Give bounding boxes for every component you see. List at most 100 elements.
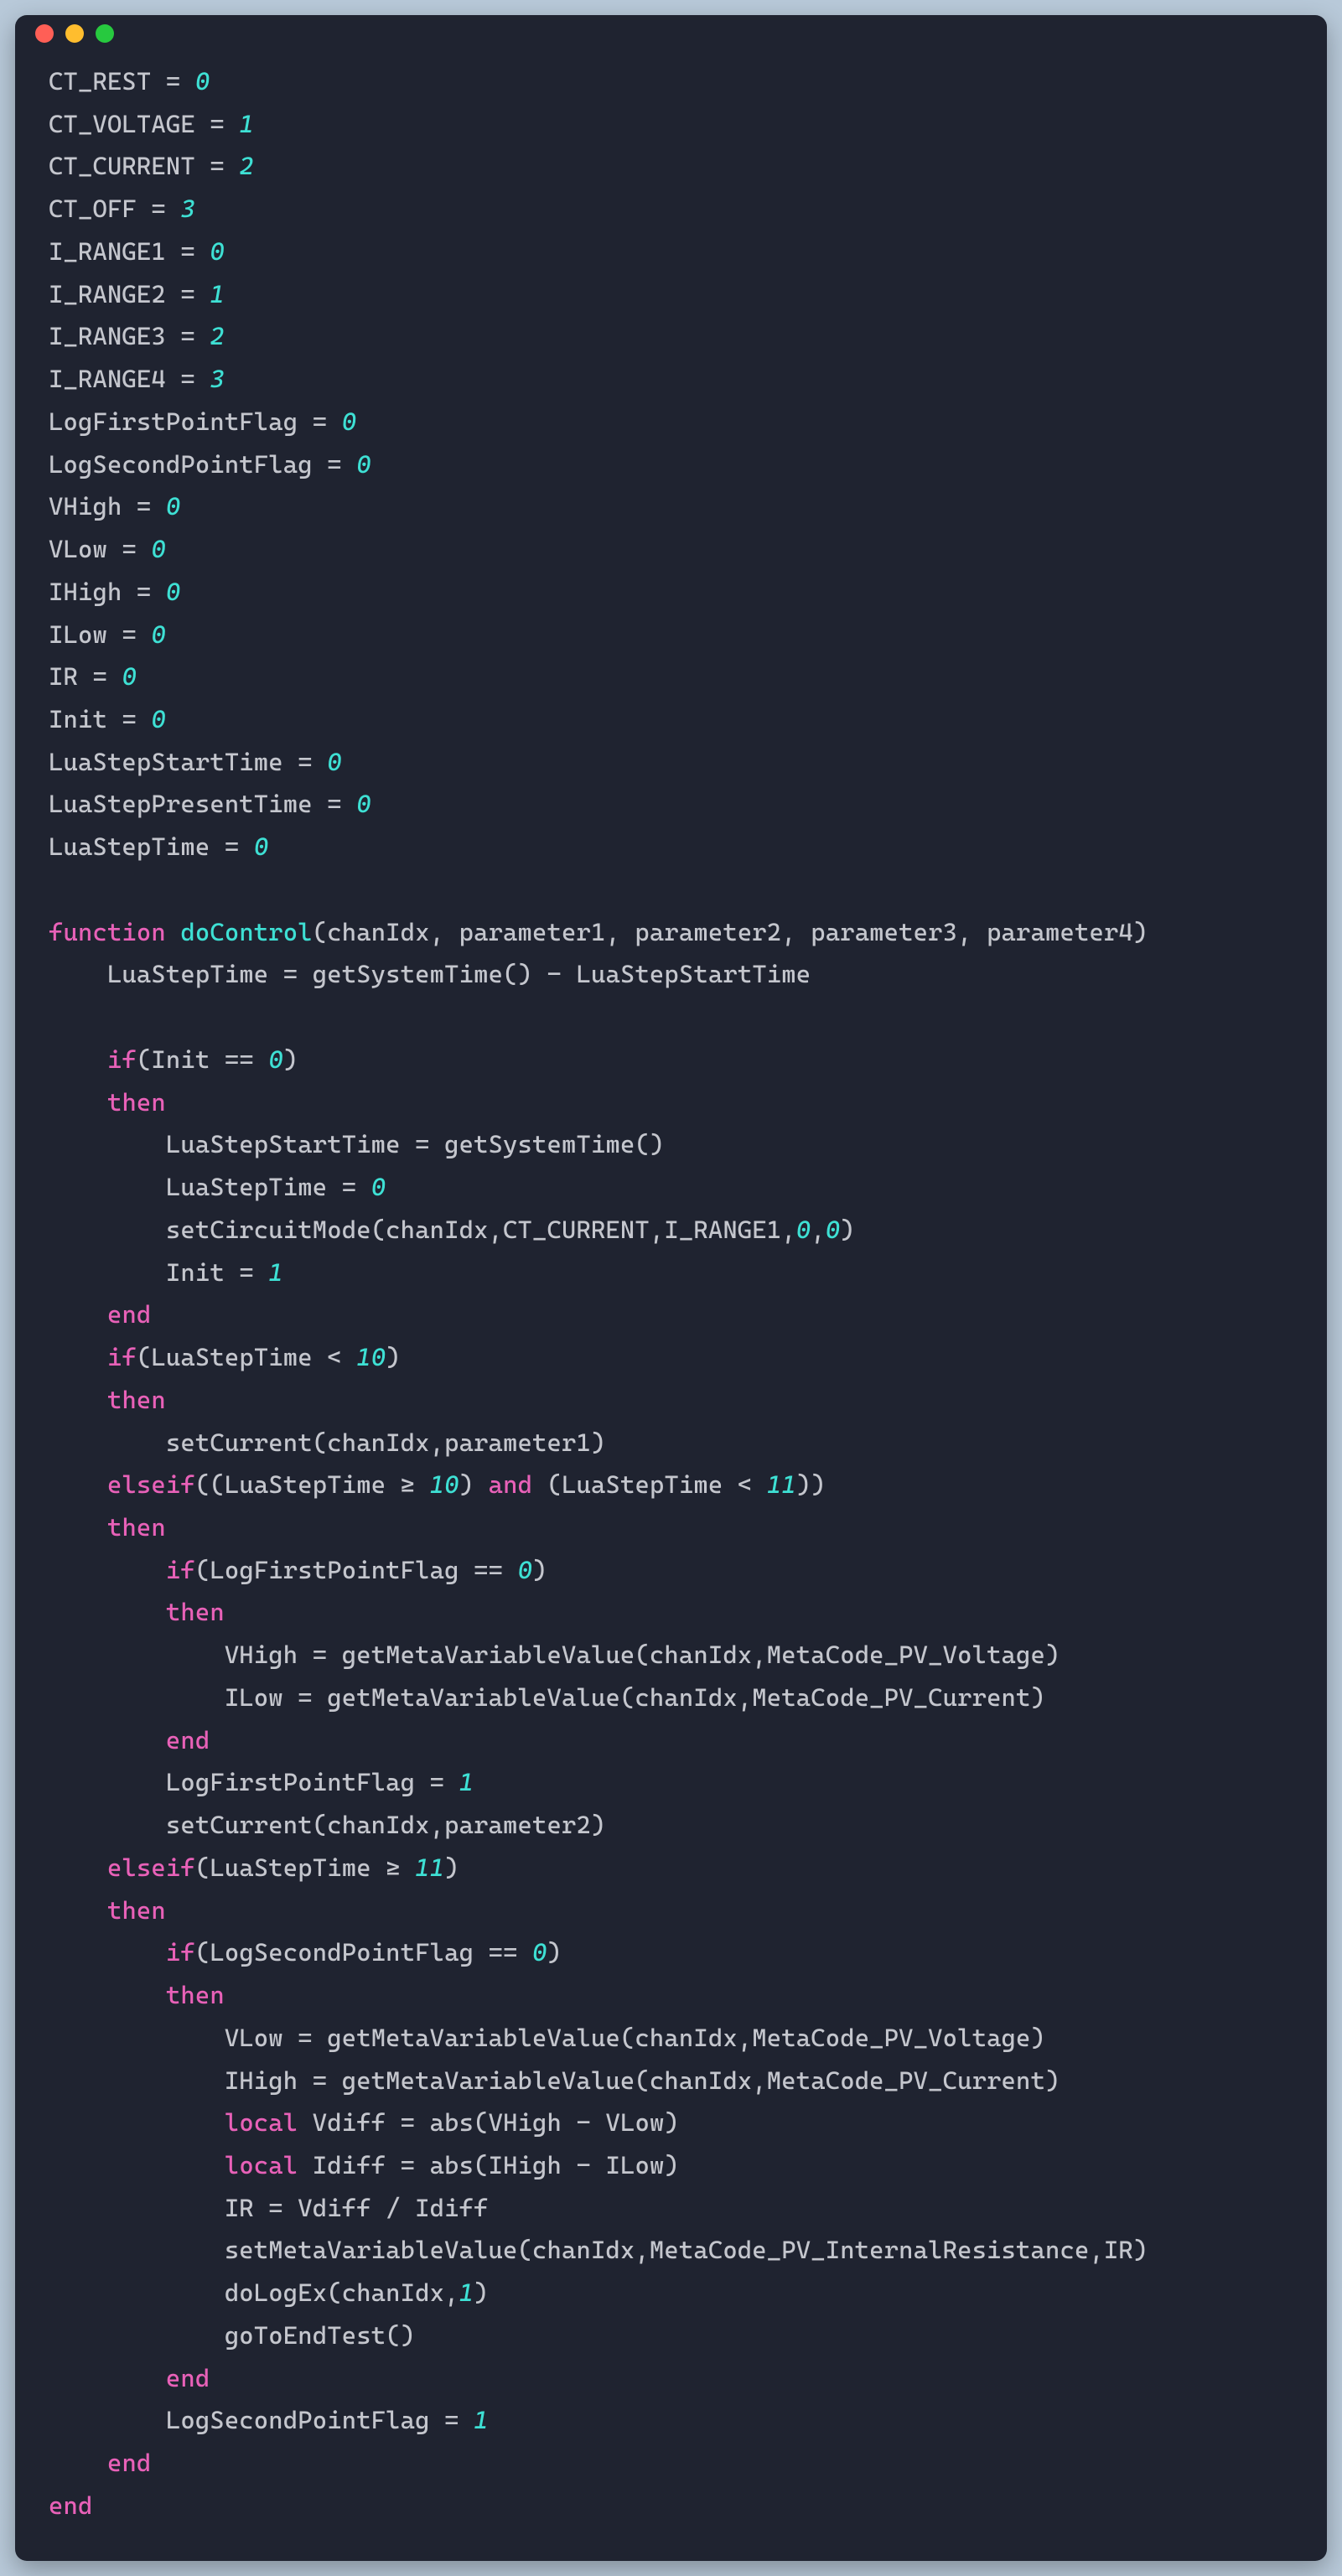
code-token: if xyxy=(107,1343,137,1371)
window-titlebar xyxy=(15,15,1327,52)
code-token: = xyxy=(137,578,166,606)
code-token: / xyxy=(386,2194,415,2222)
code-token: setCircuitMode(chanIdx,CT_CURRENT,I_RANG… xyxy=(49,1215,796,1244)
code-token: end xyxy=(49,2491,92,2520)
code-line: CT_CURRENT = 2 xyxy=(49,152,254,180)
code-token: IHigh xyxy=(49,578,137,606)
code-line: Init = 1 xyxy=(49,1258,283,1287)
code-token: CT_VOLTAGE xyxy=(49,110,210,138)
code-token: = xyxy=(239,1258,268,1287)
code-token: CT_CURRENT xyxy=(49,152,210,180)
code-token: I_RANGE2 xyxy=(49,280,180,308)
code-token: (Init xyxy=(137,1045,225,1074)
code-token: = xyxy=(298,2024,327,2052)
code-token xyxy=(49,1386,107,1414)
code-line: LuaStepStartTime = 0 xyxy=(49,748,342,776)
code-token: (chanIdx, parameter1, parameter2, parame… xyxy=(313,918,1148,946)
code-line: setCurrent(chanIdx,parameter1) xyxy=(49,1428,605,1457)
code-token: ) xyxy=(840,1215,855,1244)
code-token: elseif xyxy=(107,1853,195,1882)
code-token: 0 xyxy=(327,748,342,776)
code-token: VLow) xyxy=(606,2108,679,2137)
code-token: end xyxy=(107,1300,151,1329)
minimize-icon[interactable] xyxy=(65,24,84,43)
code-token xyxy=(49,1088,107,1117)
code-line: LogSecondPointFlag = 1 xyxy=(49,2406,489,2434)
code-token xyxy=(49,1598,166,1626)
close-icon[interactable] xyxy=(35,24,54,43)
code-token: LuaStepStartTime xyxy=(49,748,298,776)
code-token: and xyxy=(489,1470,532,1499)
code-token: I_RANGE3 xyxy=(49,322,180,350)
code-line: ILow = 0 xyxy=(49,620,166,649)
code-token: = xyxy=(225,832,254,861)
code-token: = xyxy=(122,620,151,649)
code-token: abs(VHigh xyxy=(430,2108,577,2137)
code-token: getMetaVariableValue(chanIdx,MetaCode_PV… xyxy=(327,1683,1045,1712)
code-token: 10 xyxy=(430,1470,459,1499)
code-token: = xyxy=(180,365,210,393)
code-token: 3 xyxy=(180,194,195,223)
code-token: ) xyxy=(386,1343,401,1371)
code-token: ) xyxy=(283,1045,298,1074)
code-line: IR = Vdiff / Idiff xyxy=(49,2194,489,2222)
code-token: = xyxy=(401,2151,430,2179)
code-token: 0 xyxy=(356,790,371,818)
code-token: 0 xyxy=(342,407,357,436)
code-token: doLogEx(chanIdx, xyxy=(49,2278,459,2307)
code-token: , xyxy=(811,1215,826,1244)
code-line: if(LuaStepTime < 10) xyxy=(49,1343,401,1371)
code-token: 0 xyxy=(151,705,166,733)
code-line: VHigh = getMetaVariableValue(chanIdx,Met… xyxy=(49,1640,1060,1669)
code-token: = xyxy=(283,960,313,988)
code-token: 2 xyxy=(210,322,225,350)
code-token: I_RANGE4 xyxy=(49,365,180,393)
code-token: = xyxy=(313,1640,342,1669)
code-token: if xyxy=(166,1556,195,1584)
code-line: end xyxy=(49,1726,210,1754)
code-token: (LuaStepTime xyxy=(137,1343,327,1371)
code-token: = xyxy=(122,535,151,563)
code-line: local Idiff = abs(IHigh - ILow) xyxy=(49,2151,679,2179)
code-line: LogFirstPointFlag = 0 xyxy=(49,407,356,436)
code-token xyxy=(49,1556,166,1584)
code-token: 0 xyxy=(210,237,225,266)
code-token xyxy=(49,1513,107,1542)
code-line: local Vdiff = abs(VHigh - VLow) xyxy=(49,2108,679,2137)
code-token: LuaStepTime xyxy=(49,832,225,861)
code-token: = xyxy=(327,790,356,818)
code-token: LuaStepStartTime xyxy=(577,960,811,988)
code-token: 0 xyxy=(254,832,269,861)
code-line: setCircuitMode(chanIdx,CT_CURRENT,I_RANG… xyxy=(49,1215,855,1244)
code-line: VLow = 0 xyxy=(49,535,166,563)
code-token xyxy=(49,1343,107,1371)
code-line: Init = 0 xyxy=(49,705,166,733)
code-token: CT_OFF xyxy=(49,194,151,223)
code-token: getSystemTime() xyxy=(313,960,547,988)
code-line: VHigh = 0 xyxy=(49,492,180,521)
maximize-icon[interactable] xyxy=(96,24,114,43)
code-token: == xyxy=(489,1938,532,1967)
code-token: 11 xyxy=(767,1470,796,1499)
code-token: then xyxy=(107,1896,166,1925)
code-line: goToEndTest() xyxy=(49,2321,415,2350)
code-token: 0 xyxy=(122,662,137,691)
code-token: (LogFirstPointFlag xyxy=(195,1556,474,1584)
code-token: = xyxy=(298,1683,327,1712)
code-token: = xyxy=(430,1768,459,1796)
code-token: (LogSecondPointFlag xyxy=(195,1938,489,1967)
code-token: LuaStepPresentTime xyxy=(49,790,327,818)
code-token: = xyxy=(180,280,210,308)
code-token xyxy=(49,2449,107,2477)
code-token: Vdiff xyxy=(298,2108,400,2137)
code-token: = xyxy=(122,705,151,733)
code-token: 0 xyxy=(268,1045,283,1074)
code-token xyxy=(49,2151,225,2179)
code-token: = xyxy=(92,662,122,691)
code-token: CT_REST xyxy=(49,67,166,96)
code-token: 0 xyxy=(532,1938,547,1967)
code-token: VLow xyxy=(49,2024,298,2052)
code-token: local xyxy=(225,2151,298,2179)
code-line: LogFirstPointFlag = 1 xyxy=(49,1768,474,1796)
code-token: Vdiff xyxy=(298,2194,386,2222)
